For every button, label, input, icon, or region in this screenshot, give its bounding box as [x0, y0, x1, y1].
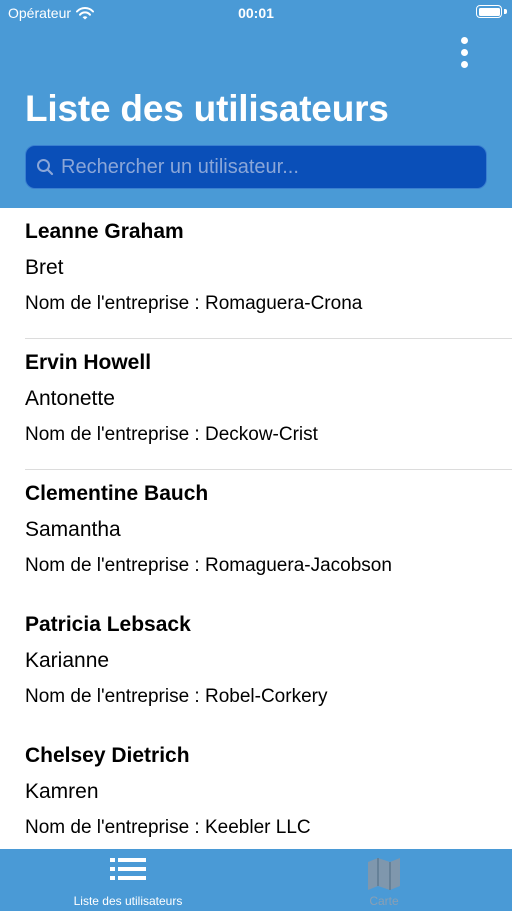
- map-icon: [366, 856, 402, 897]
- page-title: Liste des utilisateurs: [25, 88, 389, 129]
- user-list: Leanne Graham Bret Nom de l'entreprise :…: [0, 208, 512, 849]
- tab-label: Liste des utilisateurs: [73, 894, 183, 908]
- user-name: Leanne Graham: [25, 220, 184, 243]
- list-item[interactable]: Patricia Lebsack Karianne Nom de l'entre…: [0, 601, 512, 732]
- list-icon: [110, 857, 146, 886]
- more-options-button[interactable]: [446, 34, 482, 70]
- battery-tip: [504, 9, 507, 14]
- header: Opérateur 00:01 Liste des utilisateurs: [0, 0, 512, 208]
- status-time: 00:01: [238, 5, 274, 21]
- user-username: Karianne: [25, 649, 110, 672]
- user-name: Clementine Bauch: [25, 482, 209, 505]
- user-name: Patricia Lebsack: [25, 613, 191, 636]
- more-vertical-icon-dot: [460, 60, 468, 68]
- more-vertical-icon-dot: [460, 48, 468, 56]
- more-vertical-icon: [460, 36, 468, 44]
- user-username: Bret: [25, 256, 64, 279]
- user-name: Chelsey Dietrich: [25, 744, 190, 767]
- search-icon: [35, 157, 55, 177]
- list-item[interactable]: Ervin Howell Antonette Nom de l'entrepri…: [0, 339, 512, 470]
- user-username: Antonette: [25, 387, 115, 410]
- user-name: Ervin Howell: [25, 351, 152, 374]
- user-company: Nom de l'entreprise : Romaguera-Jacobson: [25, 555, 392, 576]
- battery-level: [478, 7, 500, 16]
- status-bar: Opérateur 00:01: [0, 0, 512, 28]
- list-item[interactable]: Chelsey Dietrich Kamren Nom de l'entrepr…: [0, 732, 512, 849]
- list-item[interactable]: Clementine Bauch Samantha Nom de l'entre…: [0, 470, 512, 601]
- user-company: Nom de l'entreprise : Robel-Corkery: [25, 686, 328, 707]
- tab-bar: Liste des utilisateurs Carte: [0, 849, 512, 911]
- user-company: Nom de l'entreprise : Keebler LLC: [25, 817, 311, 838]
- tab-user-list[interactable]: Liste des utilisateurs: [0, 849, 256, 911]
- user-username: Kamren: [25, 780, 99, 803]
- list-item[interactable]: Leanne Graham Bret Nom de l'entreprise :…: [0, 208, 512, 339]
- tab-label: Carte: [369, 894, 399, 908]
- user-company: Nom de l'entreprise : Romaguera-Crona: [25, 293, 363, 314]
- user-company: Nom de l'entreprise : Deckow-Crist: [25, 424, 318, 445]
- search-bar[interactable]: [25, 145, 487, 189]
- search-input[interactable]: [55, 146, 486, 188]
- battery-icon: [476, 5, 502, 18]
- user-username: Samantha: [25, 518, 121, 541]
- tab-map[interactable]: Carte: [256, 849, 512, 911]
